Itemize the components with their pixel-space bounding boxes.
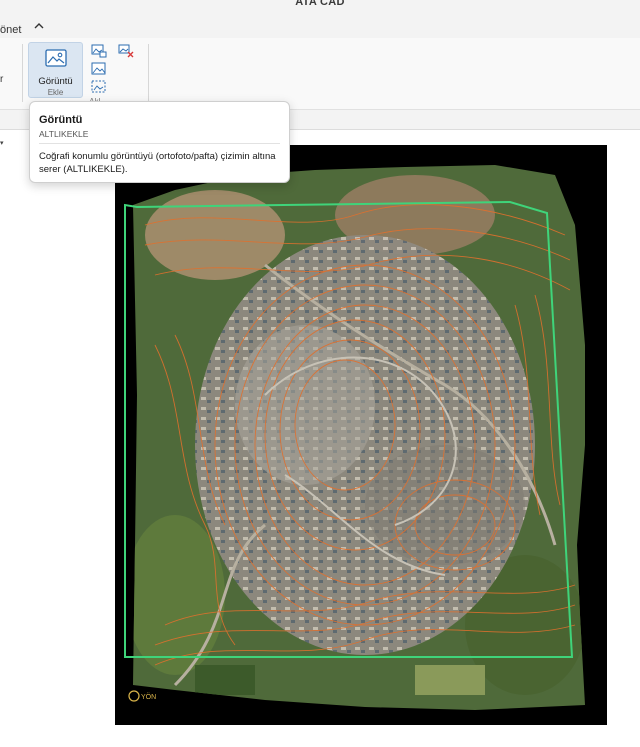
tooltip-divider	[39, 143, 280, 144]
ribbon-tab-strip: önet	[0, 12, 640, 38]
image-icon[interactable]	[91, 62, 107, 76]
insert-image-button[interactable]: Görüntü Ekle	[28, 42, 83, 98]
tab-partial[interactable]: önet	[0, 24, 21, 36]
ribbon-panel: r Görüntü Ekle	[0, 38, 640, 110]
tooltip-command: ALTLIKEKLE	[39, 129, 89, 139]
tooltip-title: Görüntü	[39, 114, 83, 126]
image-icon	[45, 49, 67, 67]
image-attach-icon[interactable]	[91, 44, 107, 58]
panel-arrow-icon[interactable]: ▾	[0, 139, 4, 147]
insert-image-label: Görüntü	[38, 76, 73, 87]
image-frame-icon[interactable]	[91, 80, 107, 94]
watermark-logo: YÖN	[128, 689, 158, 703]
image-delete-icon[interactable]	[118, 44, 134, 58]
insert-image-sublabel: Ekle	[47, 88, 64, 97]
ribbon-partial-label[interactable]: r	[0, 74, 3, 85]
ribbon-separator	[148, 44, 149, 102]
tooltip-insert-image: Görüntü ALTLIKEKLE Coğrafi konumlu görün…	[29, 101, 290, 183]
collapse-ribbon-icon[interactable]	[30, 20, 48, 36]
app-title: ATA CAD	[295, 0, 345, 8]
orthophoto-image[interactable]	[115, 145, 607, 725]
logo-text: YÖN	[141, 693, 156, 701]
title-bar: ATA CAD	[0, 0, 640, 12]
ribbon-separator	[22, 44, 23, 102]
tooltip-description: Coğrafi konumlu görüntüyü (ortofoto/paft…	[39, 151, 276, 175]
